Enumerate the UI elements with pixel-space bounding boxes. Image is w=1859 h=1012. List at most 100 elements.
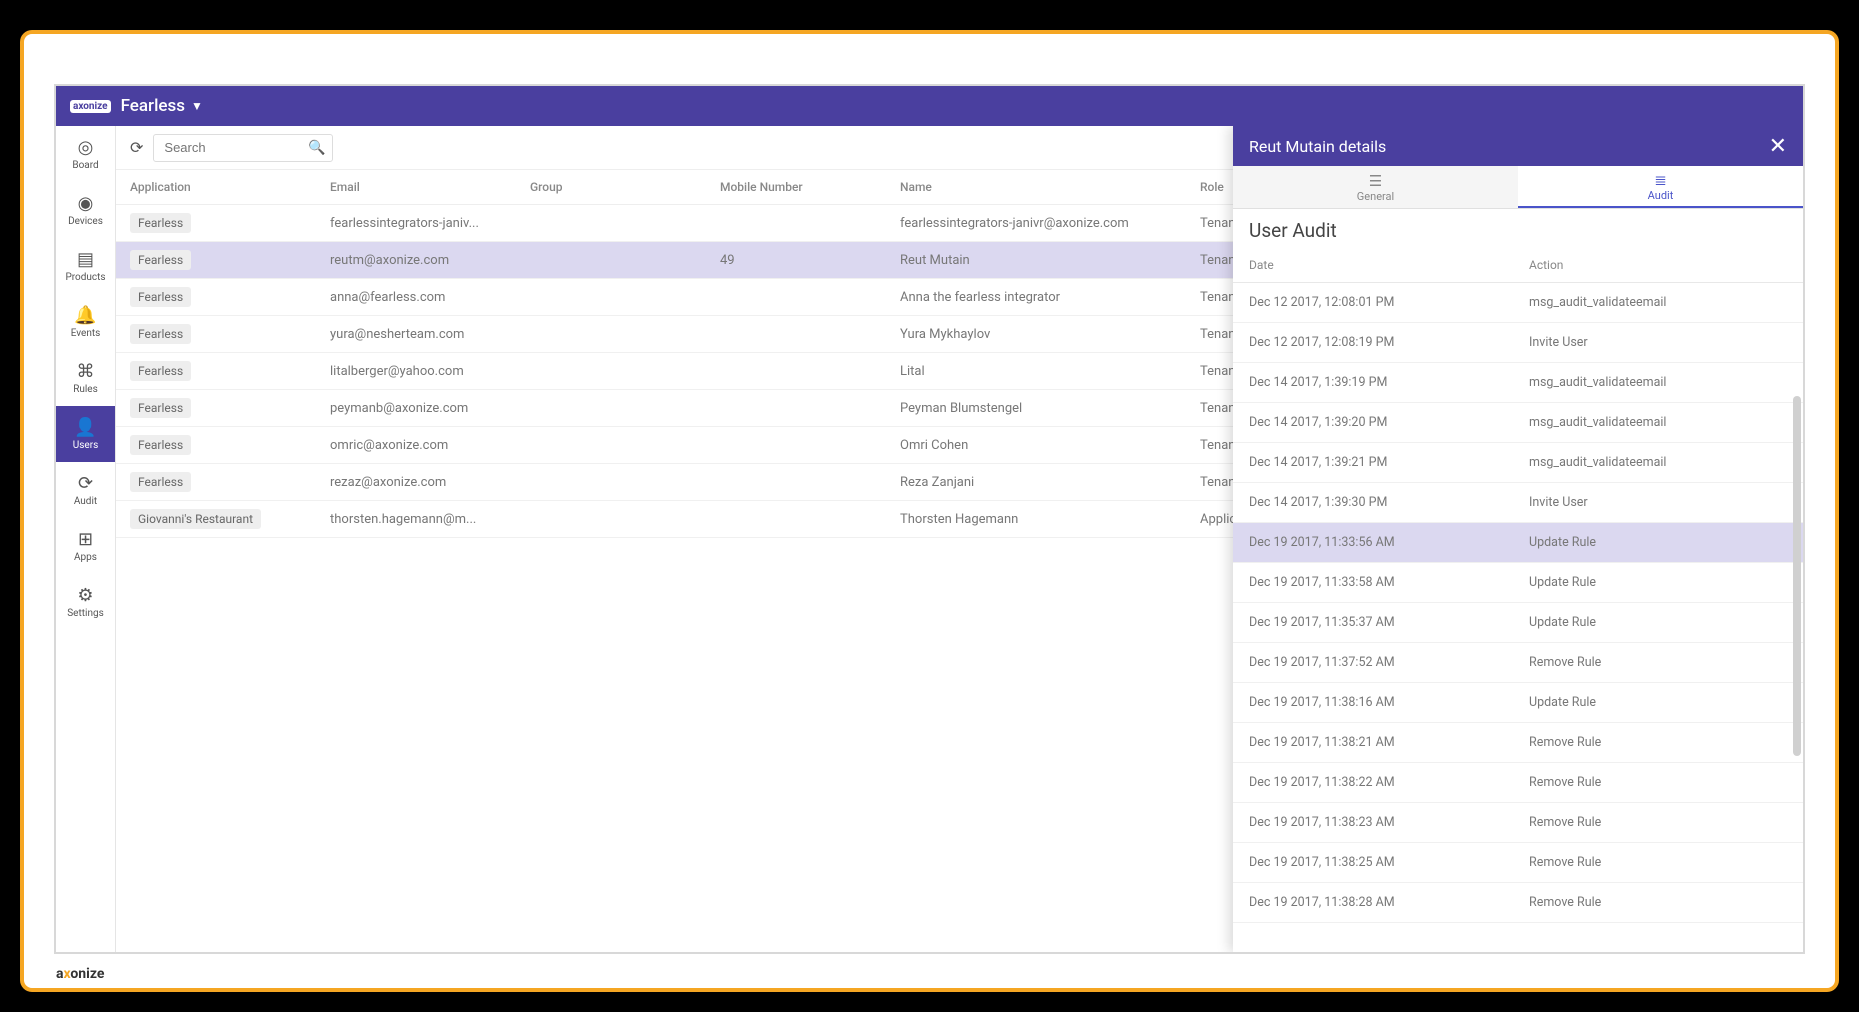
sidenav-label: Devices [68, 216, 103, 227]
scrollbar[interactable] [1793, 396, 1801, 756]
audit-date: Dec 19 2017, 11:38:16 AM [1249, 695, 1529, 710]
audit-action: msg_audit_validateemail [1529, 455, 1666, 470]
audit-date: Dec 12 2017, 12:08:01 PM [1249, 295, 1529, 310]
section-title: User Audit [1233, 209, 1803, 248]
cell-email: rezaz@axonize.com [316, 464, 516, 501]
audit-row[interactable]: Dec 14 2017, 1:39:20 PMmsg_audit_validat… [1233, 403, 1803, 443]
cell-mobile [706, 279, 886, 316]
tab-general[interactable]: ☰General [1233, 166, 1518, 208]
org-dropdown-icon[interactable]: ▼ [191, 99, 203, 113]
audit-row[interactable]: Dec 19 2017, 11:38:21 AMRemove Rule [1233, 723, 1803, 763]
events-icon: 🔔 [74, 305, 96, 326]
cell-email: fearlessintegrators-janiv... [316, 205, 516, 242]
audit-row[interactable]: Dec 19 2017, 11:33:58 AMUpdate Rule [1233, 563, 1803, 603]
col-group[interactable]: Group [516, 170, 706, 205]
audit-action: Update Rule [1529, 535, 1596, 550]
audit-row[interactable]: Dec 12 2017, 12:08:19 PMInvite User [1233, 323, 1803, 363]
cell-name: Thorsten Hagemann [886, 501, 1186, 538]
audit-date: Dec 19 2017, 11:38:25 AM [1249, 855, 1529, 870]
audit-row[interactable]: Dec 19 2017, 11:38:23 AMRemove Rule [1233, 803, 1803, 843]
app-chip: Giovanni's Restaurant [130, 509, 261, 529]
audit-row[interactable]: Dec 19 2017, 11:38:16 AMUpdate Rule [1233, 683, 1803, 723]
audit-date: Dec 19 2017, 11:35:37 AM [1249, 615, 1529, 630]
cell-name: Lital [886, 353, 1186, 390]
details-header: Reut Mutain details ✕ [1233, 126, 1803, 166]
audit-row[interactable]: Dec 19 2017, 11:37:52 AMRemove Rule [1233, 643, 1803, 683]
sidenav-item-board[interactable]: ◎Board [56, 126, 115, 182]
col-mobile[interactable]: Mobile Number [706, 170, 886, 205]
sidenav-label: Apps [74, 552, 97, 563]
audit-date: Dec 12 2017, 12:08:19 PM [1249, 335, 1529, 350]
general-tab-icon: ☰ [1369, 172, 1382, 190]
app-chip: Fearless [130, 435, 191, 455]
sidenav-item-users[interactable]: 👤Users [56, 406, 115, 462]
cell-group [516, 242, 706, 279]
devices-icon: ◉ [78, 193, 94, 214]
sidenav-item-audit[interactable]: ⟳Audit [56, 462, 115, 518]
audit-action: Remove Rule [1529, 655, 1601, 670]
audit-action: Invite User [1529, 335, 1588, 350]
audit-row[interactable]: Dec 14 2017, 1:39:30 PMInvite User [1233, 483, 1803, 523]
cell-email: yura@nesherteam.com [316, 316, 516, 353]
sidenav-item-settings[interactable]: ⚙Settings [56, 574, 115, 630]
audit-date: Dec 19 2017, 11:38:28 AM [1249, 895, 1529, 910]
audit-date: Dec 14 2017, 1:39:20 PM [1249, 415, 1529, 430]
audit-date: Dec 19 2017, 11:38:23 AM [1249, 815, 1529, 830]
audit-rows[interactable]: Dec 12 2017, 12:08:01 PMmsg_audit_valida… [1233, 283, 1803, 952]
col-name[interactable]: Name [886, 170, 1186, 205]
sidenav: ◎Board ◉ Devices ▤Products 🔔 Events ⌘Rules👤Use… [56, 126, 116, 952]
audit-date: Dec 19 2017, 11:33:56 AM [1249, 535, 1529, 550]
footer-brand: axonize [56, 966, 104, 982]
cell-name: Anna the fearless integrator [886, 279, 1186, 316]
rules-icon: ⌘ [77, 361, 95, 382]
cell-mobile [706, 316, 886, 353]
search-input[interactable] [153, 134, 333, 162]
audit-col-action[interactable]: Action [1529, 258, 1563, 272]
col-application[interactable]: Application [116, 170, 316, 205]
close-button[interactable]: ✕ [1769, 134, 1787, 159]
audit-row[interactable]: Dec 19 2017, 11:38:22 AMRemove Rule [1233, 763, 1803, 803]
sidenav-item-devices[interactable]: ◉ Devices [56, 182, 115, 238]
audit-action: Remove Rule [1529, 735, 1601, 750]
audit-date: Dec 14 2017, 1:39:30 PM [1249, 495, 1529, 510]
sidenav-label: Board [72, 160, 98, 171]
cell-name: Peyman Blumstengel [886, 390, 1186, 427]
search-icon: 🔍 [308, 140, 325, 156]
cell-email: peymanb@axonize.com [316, 390, 516, 427]
audit-row[interactable]: Dec 14 2017, 1:39:19 PMmsg_audit_validat… [1233, 363, 1803, 403]
col-email[interactable]: Email [316, 170, 516, 205]
audit-date: Dec 19 2017, 11:38:21 AM [1249, 735, 1529, 750]
audit-action: Remove Rule [1529, 815, 1601, 830]
cell-group [516, 353, 706, 390]
audit-row[interactable]: Dec 12 2017, 12:08:01 PMmsg_audit_valida… [1233, 283, 1803, 323]
audit-row[interactable]: Dec 19 2017, 11:38:28 AMRemove Rule [1233, 883, 1803, 923]
main-area: ◎Board ◉ Devices ▤Products 🔔 Events ⌘Rules👤Use… [56, 126, 1803, 952]
app-chip: Fearless [130, 361, 191, 381]
org-name[interactable]: Fearless [121, 96, 185, 116]
audit-tab-icon: ≣ [1654, 171, 1667, 189]
brand-badge: axonize [70, 100, 111, 113]
refresh-button[interactable]: ⟳ [130, 138, 143, 157]
apps-icon: ⊞ [78, 529, 93, 550]
sidenav-label: Events [71, 328, 101, 339]
cell-name: Omri Cohen [886, 427, 1186, 464]
audit-row[interactable]: Dec 19 2017, 11:35:37 AMUpdate Rule [1233, 603, 1803, 643]
audit-col-date[interactable]: Date [1249, 258, 1529, 272]
sidenav-item-events[interactable]: 🔔 Events [56, 294, 115, 350]
details-panel: Reut Mutain details ✕ ☰General≣Audit Use… [1233, 126, 1803, 952]
audit-action: msg_audit_validateemail [1529, 295, 1666, 310]
cell-email: thorsten.hagemann@m... [316, 501, 516, 538]
audit-icon: ⟳ [78, 473, 93, 494]
audit-row[interactable]: Dec 19 2017, 11:33:56 AMUpdate Rule [1233, 523, 1803, 563]
sidenav-item-apps[interactable]: ⊞ Apps [56, 518, 115, 574]
tab-audit[interactable]: ≣Audit [1518, 166, 1803, 208]
audit-row[interactable]: Dec 14 2017, 1:39:21 PMmsg_audit_validat… [1233, 443, 1803, 483]
sidenav-item-rules[interactable]: ⌘Rules [56, 350, 115, 406]
topbar: axonize Fearless ▼ [56, 86, 1803, 126]
audit-row[interactable]: Dec 19 2017, 11:38:25 AMRemove Rule [1233, 843, 1803, 883]
app-chip: Fearless [130, 287, 191, 307]
details-title: Reut Mutain details [1249, 137, 1386, 156]
audit-action: Update Rule [1529, 695, 1596, 710]
sidenav-item-products[interactable]: ▤Products [56, 238, 115, 294]
cell-mobile [706, 464, 886, 501]
